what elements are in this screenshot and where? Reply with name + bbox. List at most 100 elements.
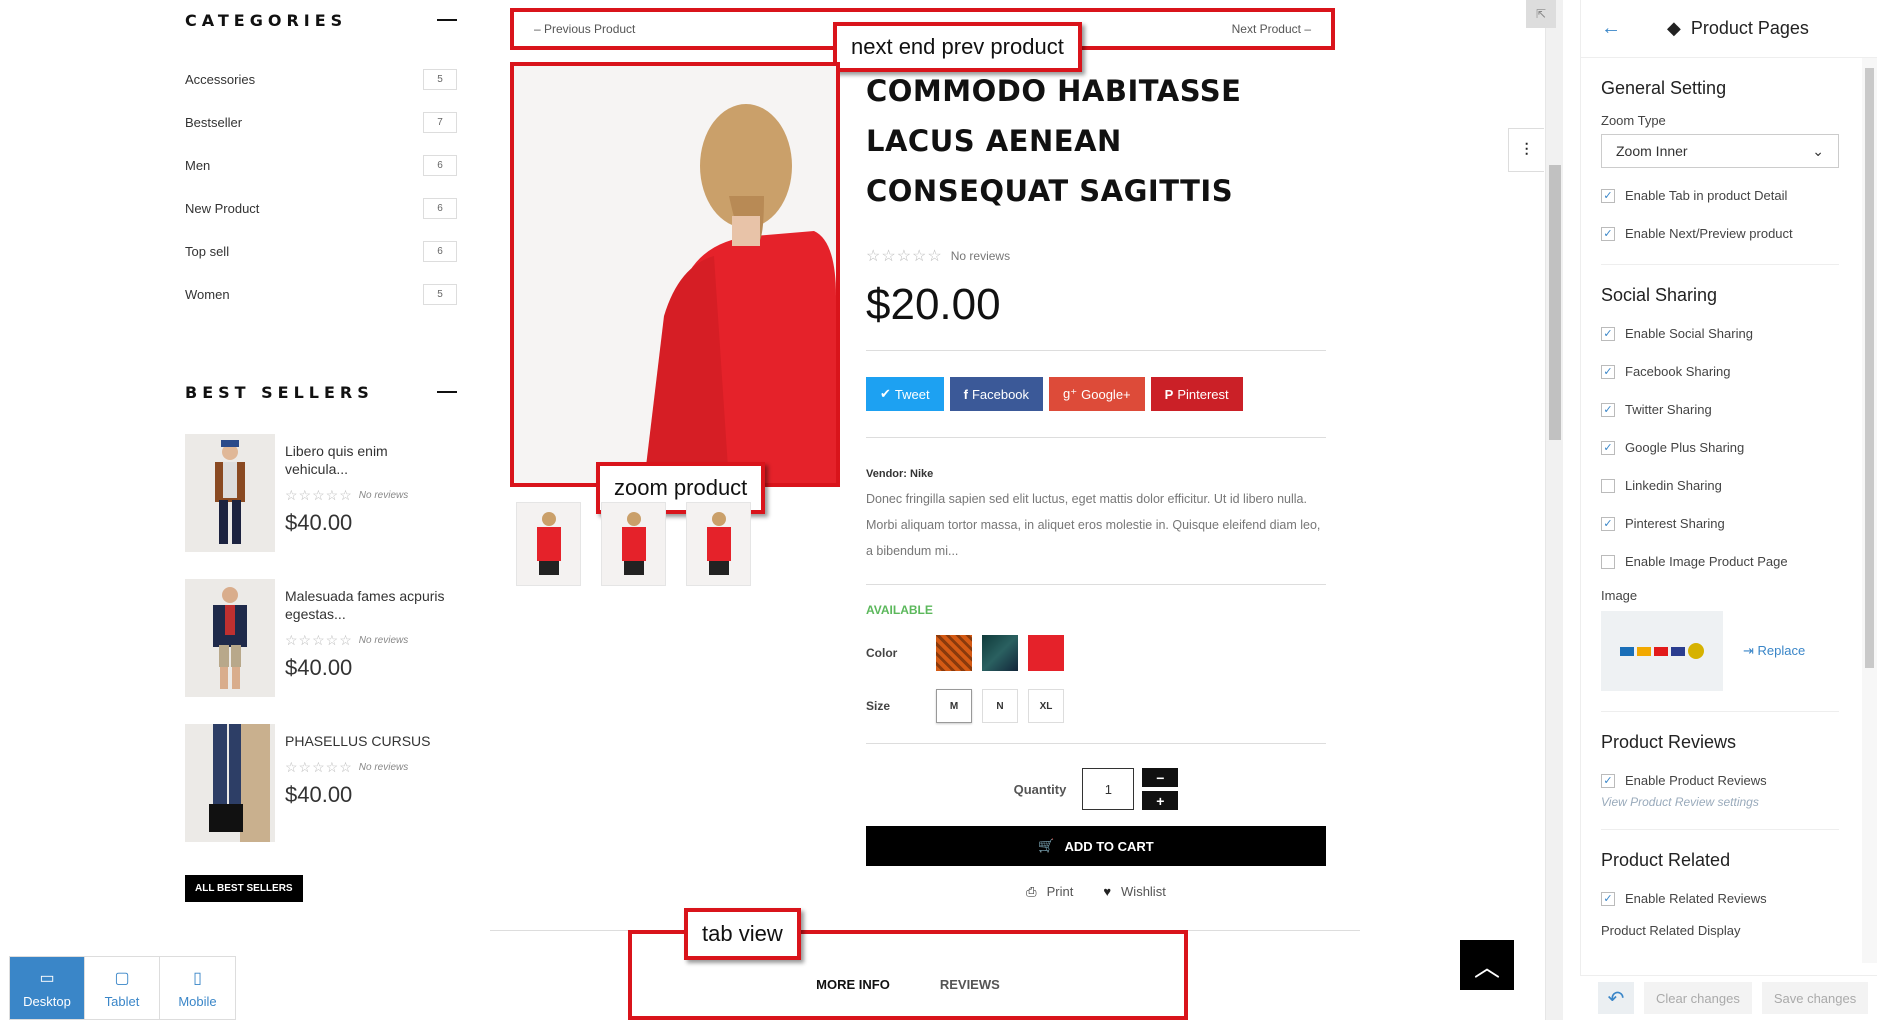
card-icon bbox=[1671, 646, 1685, 656]
tab-more-info[interactable]: MORE INFO bbox=[816, 977, 890, 992]
category-item[interactable]: New Product 6 bbox=[185, 187, 457, 230]
device-mobile-button[interactable]: ▯ Mobile bbox=[160, 957, 235, 1019]
scrollbar-thumb[interactable] bbox=[1865, 68, 1874, 668]
checkbox-checked-icon: ✓ bbox=[1601, 326, 1615, 341]
linkedin-sharing-checkbox[interactable]: Linkedin Sharing bbox=[1601, 475, 1839, 496]
enable-image-product-checkbox[interactable]: Enable Image Product Page bbox=[1601, 551, 1839, 572]
scroll-to-top-button[interactable]: ︿ bbox=[1460, 940, 1514, 990]
pinterest-share-button[interactable]: P Pinterest bbox=[1150, 377, 1243, 411]
facebook-share-button[interactable]: f Facebook bbox=[949, 377, 1044, 411]
zoom-type-select[interactable]: Zoom Inner ⌄ bbox=[1601, 134, 1839, 168]
enable-next-preview-checkbox[interactable]: ✓ Enable Next/Preview product bbox=[1601, 223, 1839, 244]
categories-header[interactable]: CATEGORIES bbox=[185, 0, 457, 40]
badge-icon bbox=[1688, 643, 1704, 659]
category-count: 7 bbox=[423, 112, 457, 133]
size-option[interactable]: M bbox=[936, 689, 972, 723]
collapse-icon[interactable] bbox=[437, 391, 457, 393]
product-name[interactable]: Libero quis enim vehicula... bbox=[285, 442, 450, 478]
collapse-panel-button[interactable]: ⇱ bbox=[1526, 0, 1556, 28]
best-sellers-header[interactable]: BEST SELLERS bbox=[185, 372, 457, 412]
payment-image-preview bbox=[1601, 611, 1723, 691]
product-description: Donec fringilla sapien sed elit luctus, … bbox=[866, 492, 1321, 558]
facebook-sharing-checkbox[interactable]: ✓ Facebook Sharing bbox=[1601, 361, 1839, 382]
tab-reviews[interactable]: REVIEWS bbox=[940, 977, 1000, 992]
google-plus-icon: g⁺ bbox=[1063, 386, 1078, 401]
device-tablet-button[interactable]: ▢ Tablet bbox=[85, 957, 160, 1019]
next-product-link[interactable]: Next Product – bbox=[1232, 22, 1311, 36]
quantity-input[interactable]: 1 bbox=[1082, 768, 1135, 810]
category-label: Accessories bbox=[185, 72, 256, 87]
twitter-sharing-checkbox[interactable]: ✓ Twitter Sharing bbox=[1601, 399, 1839, 420]
page-scrollbar[interactable] bbox=[1545, 0, 1563, 1020]
rating-stars: ☆☆☆☆☆ No reviews bbox=[285, 759, 409, 775]
image-field: ⇥ Replace bbox=[1601, 611, 1839, 691]
enable-product-reviews-checkbox[interactable]: ✓ Enable Product Reviews bbox=[1601, 770, 1839, 791]
pinterest-sharing-checkbox[interactable]: ✓ Pinterest Sharing bbox=[1601, 513, 1839, 534]
replace-image-link[interactable]: ⇥ Replace bbox=[1743, 643, 1805, 659]
device-desktop-button[interactable]: ▭ Desktop bbox=[10, 957, 85, 1019]
tweet-button[interactable]: ✔ Tweet bbox=[866, 377, 944, 411]
image-thumbnail[interactable] bbox=[686, 502, 751, 586]
category-item[interactable]: Accessories 5 bbox=[185, 58, 457, 101]
category-item[interactable]: Men 6 bbox=[185, 144, 457, 187]
scrollbar-thumb[interactable] bbox=[1549, 165, 1561, 440]
panel-title: Product Pages bbox=[1690, 18, 1809, 38]
desktop-icon: ▭ bbox=[39, 969, 55, 987]
panel-footer: ↶ Clear changes Save changes bbox=[1580, 975, 1877, 1020]
best-seller-item[interactable]: Malesuada fames acpuris egestas... ☆☆☆☆☆… bbox=[185, 579, 457, 702]
category-label: Men bbox=[185, 158, 211, 173]
category-item[interactable]: Top sell 6 bbox=[185, 230, 457, 273]
color-swatch-red[interactable] bbox=[1028, 635, 1064, 671]
category-item[interactable]: Bestseller 7 bbox=[185, 101, 457, 144]
checkbox-checked-icon: ✓ bbox=[1601, 188, 1615, 203]
left-sidebar: CATEGORIES Accessories 5 Bestseller 7 Men 6… bbox=[185, 0, 457, 902]
quantity-increase-button[interactable]: + bbox=[1142, 791, 1179, 810]
clear-changes-button[interactable]: Clear changes bbox=[1644, 982, 1752, 1014]
all-best-sellers-button[interactable]: ALL BEST SELLERS bbox=[185, 875, 303, 902]
zoom-type-value: Zoom Inner bbox=[1616, 143, 1688, 159]
best-seller-item[interactable]: Libero quis enim vehicula... ☆☆☆☆☆ No rev… bbox=[185, 434, 457, 557]
collapse-icon[interactable] bbox=[437, 19, 457, 21]
google-plus-sharing-checkbox[interactable]: ✓ Google Plus Sharing bbox=[1601, 437, 1839, 458]
enable-tab-checkbox[interactable]: ✓ Enable Tab in product Detail bbox=[1601, 185, 1839, 206]
review-settings-link[interactable]: View Product Review settings bbox=[1601, 795, 1839, 809]
category-label: Bestseller bbox=[185, 115, 243, 130]
product-name[interactable]: PHASELLUS CURSUS bbox=[285, 732, 450, 750]
print-link[interactable]: ⎙ Print bbox=[1026, 884, 1073, 900]
chevron-up-icon: ︿ bbox=[1473, 951, 1500, 982]
color-swatch-teal[interactable] bbox=[982, 635, 1018, 671]
social-sharing-title: Social Sharing bbox=[1601, 285, 1718, 305]
enable-related-reviews-checkbox[interactable]: ✓ Enable Related Reviews bbox=[1601, 888, 1839, 909]
mobile-icon: ▯ bbox=[193, 969, 202, 987]
google-plus-share-button[interactable]: g⁺ Google+ bbox=[1049, 377, 1145, 411]
product-thumbnail[interactable] bbox=[185, 579, 275, 697]
color-swatch-orange[interactable] bbox=[936, 635, 972, 671]
size-option[interactable]: N bbox=[982, 689, 1018, 723]
category-item[interactable]: Women 5 bbox=[185, 273, 457, 316]
checkbox-label: Google Plus Sharing bbox=[1625, 440, 1745, 455]
quantity-label: Quantity bbox=[1013, 781, 1067, 797]
category-count: 5 bbox=[423, 284, 457, 305]
product-thumbnail[interactable] bbox=[185, 434, 275, 552]
add-to-cart-button[interactable]: 🛒 ADD TO CART bbox=[866, 826, 1326, 866]
product-actions: ⎙ Print ♥ Wishlist bbox=[866, 884, 1326, 900]
wishlist-link[interactable]: ♥ Wishlist bbox=[1103, 884, 1166, 900]
back-arrow-icon[interactable]: ← bbox=[1601, 17, 1621, 40]
product-zoom-image[interactable] bbox=[510, 62, 840, 487]
image-label: Image bbox=[1601, 588, 1638, 603]
save-changes-button[interactable]: Save changes bbox=[1761, 982, 1869, 1014]
previous-product-link[interactable]: – Previous Product bbox=[534, 22, 635, 36]
undo-button[interactable]: ↶ bbox=[1598, 982, 1634, 1014]
panel-scrollbar[interactable] bbox=[1862, 58, 1877, 963]
best-seller-item[interactable]: PHASELLUS CURSUS ☆☆☆☆☆ No reviews $40.00 bbox=[185, 724, 457, 847]
sliders-icon: ⫶ bbox=[1524, 139, 1529, 160]
quantity-decrease-button[interactable]: − bbox=[1142, 768, 1179, 787]
product-thumbnail[interactable] bbox=[185, 724, 275, 842]
share-buttons: ✔ Tweet f Facebook g⁺ Google+ P Pinterest bbox=[866, 377, 1326, 411]
product-name[interactable]: Malesuada fames acpuris egestas... bbox=[285, 587, 450, 623]
image-thumbnail[interactable] bbox=[516, 502, 581, 586]
size-option[interactable]: XL bbox=[1028, 689, 1064, 723]
image-thumbnail[interactable] bbox=[601, 502, 666, 586]
enable-social-checkbox[interactable]: ✓ Enable Social Sharing bbox=[1601, 323, 1839, 344]
customizer-toggle-button[interactable]: ⫶ bbox=[1508, 128, 1544, 172]
